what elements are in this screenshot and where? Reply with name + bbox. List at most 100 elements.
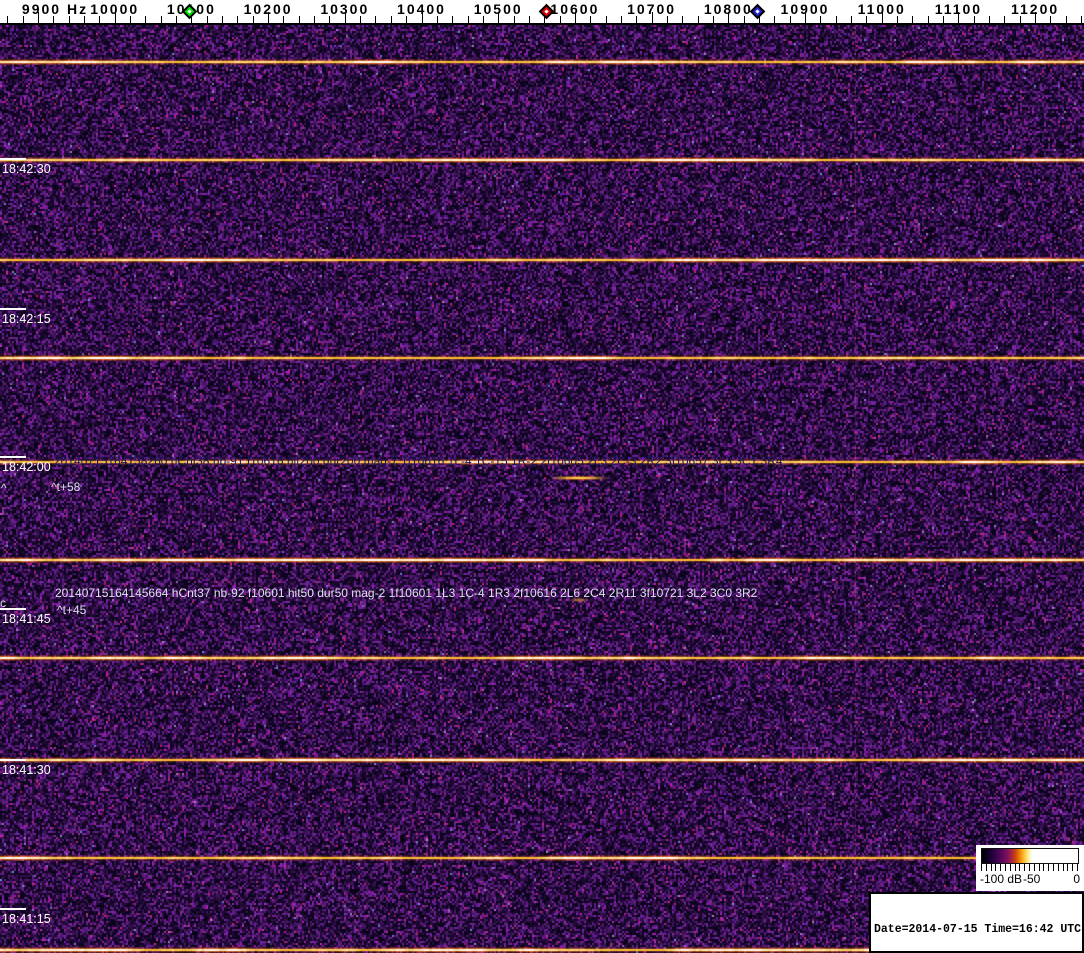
freq-label: 10300	[320, 1, 370, 17]
ruler-tick	[130, 16, 132, 23]
ruler-tick	[927, 16, 929, 23]
colorbar-tick	[990, 864, 992, 871]
ruler-tick	[513, 16, 515, 23]
freq-label: 11100	[934, 1, 983, 17]
ruler-tick	[84, 16, 86, 23]
colorbar-label-min: -100 dB	[980, 872, 1023, 886]
time-tick	[0, 456, 26, 458]
ruler-tick	[605, 16, 607, 23]
ruler-tick	[452, 16, 454, 23]
colorbar-tick	[1009, 864, 1011, 871]
ruler-tick	[774, 16, 776, 23]
ruler-tick	[1004, 16, 1006, 23]
ruler-tick	[697, 16, 699, 23]
ruler-tick	[559, 16, 561, 23]
ruler-tick	[636, 16, 638, 23]
colorbar-tick	[1067, 864, 1069, 871]
ruler-tick	[897, 16, 899, 23]
annotation-text: 20140715164138260 hCnt38 nb-91 f10616 hi…	[54, 454, 783, 468]
colorbar-tick	[1033, 864, 1035, 871]
ruler-tick	[467, 16, 469, 23]
time-tick	[0, 308, 26, 310]
ruler-tick	[298, 16, 300, 23]
colorbar-tick	[1053, 864, 1054, 871]
ruler-tick	[835, 16, 837, 23]
ruler-tick	[53, 16, 55, 23]
ruler-tick	[528, 16, 530, 23]
time-label: 18:41:15	[2, 912, 51, 926]
ruler-tick	[482, 16, 484, 23]
ruler-tick	[145, 16, 147, 23]
colorbar-tick	[1014, 864, 1016, 871]
ruler-tick	[866, 16, 868, 23]
ruler-tick	[329, 16, 331, 23]
freq-label: 10700	[627, 1, 677, 17]
ruler-tick	[375, 16, 377, 23]
time-label: 18:41:45	[2, 612, 51, 626]
annotation-text: ^t+58	[51, 480, 81, 494]
colorbar-label-max: 0	[1073, 872, 1080, 886]
ruler-tick	[590, 16, 592, 23]
ruler-tick	[237, 16, 239, 23]
colorbar-label-mid: -50	[1023, 872, 1041, 886]
ruler-tick	[620, 16, 622, 23]
ruler-tick	[789, 16, 791, 23]
ruler-tick	[68, 16, 70, 23]
time-label: 18:42:00	[2, 460, 51, 474]
colorbar-tick	[1029, 864, 1030, 871]
colorbar-tick	[1024, 864, 1026, 871]
colorbar-tick	[995, 864, 997, 871]
marker-dot	[544, 9, 549, 14]
ruler-tick	[206, 16, 208, 23]
ruler-tick	[390, 16, 392, 23]
annotation-text: c	[0, 596, 6, 610]
colorbar-ticks	[981, 864, 1079, 872]
colorbar-tick	[985, 864, 987, 871]
frequency-ruler: 9900 Hz100001010010200103001040010500106…	[0, 0, 1084, 25]
spectrogram-display: 9900 Hz100001010010200103001040010500106…	[0, 0, 1084, 953]
ruler-tick	[222, 16, 224, 23]
ruler-tick	[1019, 16, 1021, 23]
colorbar-tick	[1048, 864, 1050, 871]
time-label: 18:41:30	[2, 763, 51, 777]
ruler-tick	[360, 16, 362, 23]
ruler-tick	[160, 16, 162, 23]
colorbar-gradient	[981, 848, 1079, 864]
ruler-tick	[820, 16, 822, 23]
ruler-tick	[436, 16, 438, 23]
info-box: Date=2014-07-15 Time=16:42 UTC Freq=143 …	[869, 892, 1084, 953]
ruler-tick	[989, 16, 991, 23]
ruler-tick	[1065, 16, 1067, 23]
freq-label: 10900	[780, 1, 830, 17]
ruler-tick	[912, 16, 914, 23]
colorbar-tick	[1019, 864, 1021, 871]
ruler-tick	[7, 16, 9, 23]
freq-label: 10600	[550, 1, 600, 17]
colorbar-tick	[1062, 864, 1064, 871]
colorbar-tick	[1057, 864, 1059, 871]
info-line-date: Date=2014-07-15 Time=16:42 UTC	[874, 923, 1082, 936]
time-tick	[0, 759, 26, 761]
freq-label: 11000	[857, 1, 906, 17]
ruler-tick	[283, 16, 285, 23]
colorbar-tick	[1005, 864, 1006, 871]
freq-label: 10000	[90, 1, 140, 17]
ruler-tick	[682, 16, 684, 23]
colorbar-panel: -100 dB -50 0	[976, 845, 1084, 891]
colorbar-tick	[1077, 864, 1078, 871]
freq-label: 11200	[1011, 1, 1060, 17]
colorbar-tick	[1000, 864, 1002, 871]
freq-label: 10500	[473, 1, 523, 17]
marker-dot	[187, 9, 192, 14]
colorbar-labels: -100 dB -50 0	[976, 872, 1084, 889]
ruler-tick	[712, 16, 714, 23]
ruler-tick	[22, 16, 24, 23]
ruler-tick	[314, 16, 316, 23]
time-tick	[0, 908, 26, 910]
time-label: 18:42:15	[2, 312, 51, 326]
ruler-tick	[99, 16, 101, 23]
ruler-tick	[743, 16, 745, 23]
ruler-tick	[973, 16, 975, 23]
spectrogram-canvas	[0, 25, 1084, 953]
colorbar-tick	[981, 864, 982, 871]
